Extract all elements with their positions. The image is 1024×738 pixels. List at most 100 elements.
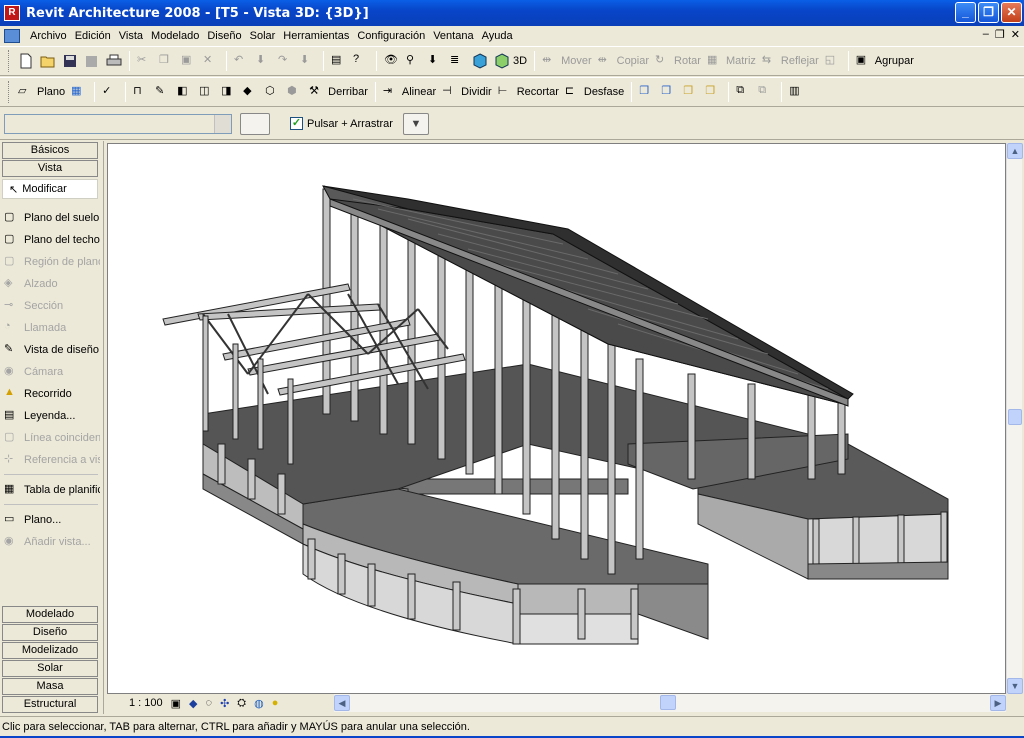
resize-button[interactable]: ◱: [822, 50, 844, 72]
reveal-hidden-icon[interactable]: ◍: [254, 697, 264, 710]
dividir-button[interactable]: ⊣ Dividir: [439, 81, 495, 103]
derribar-button[interactable]: ⚒ Derribar: [306, 81, 371, 103]
tool-ceiling-plan[interactable]: ▢ Plano del techo...: [4, 230, 100, 250]
tab-basicos[interactable]: Básicos: [2, 142, 98, 159]
save-all-button[interactable]: [81, 50, 103, 72]
grid-button[interactable]: ▦: [68, 81, 90, 103]
visibility-button[interactable]: 👁: [381, 50, 403, 72]
redo-button[interactable]: ↷: [275, 50, 297, 72]
cut-button[interactable]: ✂: [134, 50, 156, 72]
copy-clipboard-button[interactable]: ❐: [636, 81, 658, 103]
recortar-button[interactable]: ⊢ Recortar: [495, 81, 562, 103]
tool-camera[interactable]: ◉ Cámara: [4, 362, 100, 382]
menu-ayuda[interactable]: Ayuda: [478, 30, 517, 42]
link-button[interactable]: ⧉: [733, 81, 755, 103]
mdi-restore-button[interactable]: ❐: [995, 28, 1005, 41]
tool-sheet[interactable]: ▭ Plano...: [4, 510, 100, 530]
menu-edicion[interactable]: Edición: [71, 30, 115, 42]
paint-bucket-button[interactable]: ◆: [240, 81, 262, 103]
properties-button[interactable]: ▤: [328, 50, 350, 72]
tool-plan-region[interactable]: ▢ Región de plano: [4, 252, 100, 272]
scroll-left-button[interactable]: ◀: [334, 695, 350, 711]
dimension-button[interactable]: ⊓: [130, 81, 152, 103]
tool-legend[interactable]: ▤ Leyenda...: [4, 406, 100, 426]
copiar-button[interactable]: ⇹ Copiar: [595, 50, 652, 72]
unlink-button[interactable]: ⧉: [755, 81, 777, 103]
paste-aligned-button[interactable]: ❐: [658, 81, 680, 103]
tool-walkthrough[interactable]: ▲ Recorrido: [4, 384, 100, 404]
scroll-right-button[interactable]: ▶: [990, 695, 1006, 711]
tool-elevation[interactable]: ◈ Alzado: [4, 274, 100, 294]
scale-value[interactable]: 1 : 100: [129, 697, 163, 709]
mdi-close-button[interactable]: ✕: [1011, 28, 1020, 41]
menu-ventana[interactable]: Ventana: [429, 30, 477, 42]
open-button[interactable]: [37, 50, 59, 72]
rotar-button[interactable]: ↻ Rotar: [652, 50, 704, 72]
modify-tool[interactable]: ↖ Modificar: [2, 179, 98, 199]
spelling-button[interactable]: ✓: [99, 81, 121, 103]
view3d-button[interactable]: 3D: [491, 50, 530, 72]
tool-callout[interactable]: ◔ Llamada: [4, 318, 100, 338]
type-selector[interactable]: [4, 113, 232, 134]
menu-modelado[interactable]: Modelado: [147, 30, 203, 42]
redo-list-button[interactable]: ⬇: [297, 50, 319, 72]
hide-isolate-icon[interactable]: ⛭: [237, 697, 246, 710]
shadows-icon[interactable]: ◌: [206, 697, 213, 709]
reflejar-button[interactable]: ⇆ Reflejar: [759, 50, 822, 72]
cut-geometry-button[interactable]: ⬢: [284, 81, 306, 103]
desfase-button[interactable]: ⊏ Desfase: [562, 81, 627, 103]
lightbulb-icon[interactable]: ●: [272, 697, 279, 709]
building-button[interactable]: ▥: [786, 81, 808, 103]
crop-region-icon[interactable]: ✣: [220, 697, 229, 710]
3d-viewport[interactable]: [107, 143, 1006, 694]
zoom-menu-button[interactable]: ⬇: [425, 50, 447, 72]
vertical-scrollbar[interactable]: ▲ ▼: [1006, 143, 1023, 694]
matriz-button[interactable]: ▦ Matriz: [704, 50, 759, 72]
paint-button[interactable]: ◧: [174, 81, 196, 103]
mover-button[interactable]: ⇹ Mover: [539, 50, 595, 72]
copy-button[interactable]: ❐: [156, 50, 178, 72]
print-button[interactable]: [103, 50, 125, 72]
join-button[interactable]: ◫: [196, 81, 218, 103]
paste-button[interactable]: ▣: [178, 50, 200, 72]
menu-archivo[interactable]: Archivo: [26, 30, 71, 42]
element-properties-button[interactable]: [240, 112, 270, 135]
paste-level-button[interactable]: ❐: [680, 81, 702, 103]
detail-level-icon[interactable]: ▣: [171, 697, 181, 710]
thin-lines-button[interactable]: ≣: [447, 50, 469, 72]
menu-herramientas[interactable]: Herramientas: [279, 30, 353, 42]
new-button[interactable]: [15, 50, 37, 72]
save-button[interactable]: [59, 50, 81, 72]
tab-modelizado[interactable]: Modelizado: [2, 642, 98, 659]
document-icon[interactable]: [4, 28, 20, 43]
zoom-button[interactable]: ⚲: [403, 50, 425, 72]
plano-trabajo-button[interactable]: ▱ Plano: [15, 81, 68, 103]
scroll-up-button[interactable]: ▲: [1007, 143, 1023, 159]
tab-masa[interactable]: Masa: [2, 678, 98, 695]
filter-button[interactable]: ▼: [402, 112, 429, 135]
paste-view-button[interactable]: ❐: [702, 81, 724, 103]
tab-diseno[interactable]: Diseño: [2, 624, 98, 641]
agrupar-button[interactable]: ▣ Agrupar: [853, 50, 917, 72]
shading-button[interactable]: [469, 50, 491, 72]
tool-drafting-view[interactable]: ✎ Vista de diseño: [4, 340, 100, 360]
minimize-button[interactable]: _: [955, 2, 976, 23]
tool-floor-plan[interactable]: ▢ Plano del suelo...: [4, 208, 100, 228]
close-button[interactable]: ✕: [1001, 2, 1022, 23]
tool-view-reference[interactable]: ⊹ Referencia a vista: [4, 450, 100, 470]
mdi-minimize-button[interactable]: –: [983, 28, 989, 41]
split-face-button[interactable]: ⬡: [262, 81, 284, 103]
drag-checkbox[interactable]: ✓: [290, 117, 303, 130]
horizontal-scrollbar[interactable]: ◀ ▶: [334, 694, 1006, 712]
delete-button[interactable]: ✕: [200, 50, 222, 72]
tab-estructural[interactable]: Estructural: [2, 696, 98, 713]
scroll-down-button[interactable]: ▼: [1007, 678, 1023, 694]
model-graphics-icon[interactable]: ◆: [189, 697, 197, 710]
restore-button[interactable]: ❐: [978, 2, 999, 23]
undo-button[interactable]: ↶: [231, 50, 253, 72]
tab-modelado[interactable]: Modelado: [2, 606, 98, 623]
tool-matchline[interactable]: ▢ Línea coincidente: [4, 428, 100, 448]
unjoin-button[interactable]: ◨: [218, 81, 240, 103]
tab-vista[interactable]: Vista: [2, 160, 98, 177]
toolbar-grip[interactable]: [8, 50, 11, 72]
